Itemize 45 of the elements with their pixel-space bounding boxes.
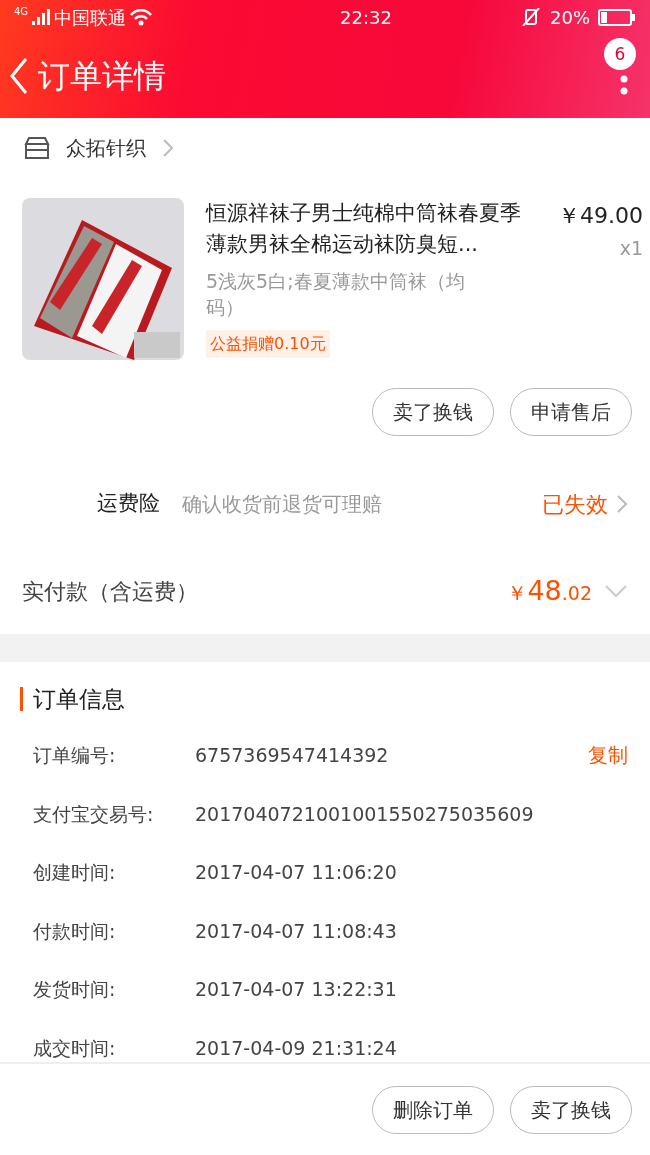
field-label: 订单编号: [33,743,117,768]
field-value: 2017-04-07 11:08:43 [195,918,397,944]
product-price: ￥49.00 [558,202,643,230]
field-label: 付款时间: [33,918,117,944]
total-label: 实付款（含运费） [22,577,198,606]
section-title: 订单信息 [33,684,125,714]
quantity: x1 [618,236,643,261]
page-title: 订单详情 [38,56,166,97]
product-title: 恒源祥袜子男士纯棉中筒袜春夏季薄款男袜全棉运动袜防臭短... [206,200,522,258]
chevron-right-icon [616,494,628,514]
chevron-right-icon [162,138,174,158]
notification-badge: 6 [604,38,636,70]
more-icon [620,74,628,95]
section-marker [20,687,23,711]
back-button[interactable] [8,57,30,95]
field-value: 6757369547414392 [195,743,389,768]
back-icon [8,57,30,95]
wifi-icon [130,8,153,26]
action-button[interactable]: 申请售后 [510,388,632,436]
network-type: 4G [14,4,29,19]
action-button[interactable]: 卖了换钱 [510,1085,632,1134]
clock-time: 22:32 [339,5,393,30]
vibrate-off-icon [520,8,542,26]
action-button[interactable]: 卖了换钱 [372,388,494,436]
field-label: 创建时间: [33,860,117,885]
field-label: 支付宝交易号: [33,801,155,827]
signal-icon [32,9,51,25]
field-value: 2017-04-07 11:06:20 [195,860,397,885]
shop-name: 众拓针织 [66,135,146,162]
field-label: 成交时间: [33,1035,117,1061]
total-amount: ￥48.02 [507,573,592,608]
shop-icon [24,136,50,160]
field-value: 2017040721001001550275035609 [195,801,534,827]
insurance-label: 运费险 [96,490,161,518]
chevron-down-icon [604,584,628,598]
battery-percent: 20% [550,5,590,30]
field-value: 2017-04-09 21:31:24 [195,1035,397,1061]
product-variant: 5浅灰5白;春夏薄款中筒袜（均码） [206,269,466,320]
field-label: 发货时间: [33,977,117,1002]
field-value: 2017-04-07 13:22:31 [195,977,397,1002]
charity-tag: 公益捐赠0.10元 [206,330,330,358]
carrier-name: 中国联通 [54,5,127,30]
battery-icon [598,8,636,26]
insurance-description: 确认收货前退货可理赔 [182,491,383,518]
action-button[interactable]: 删除订单 [372,1085,494,1134]
